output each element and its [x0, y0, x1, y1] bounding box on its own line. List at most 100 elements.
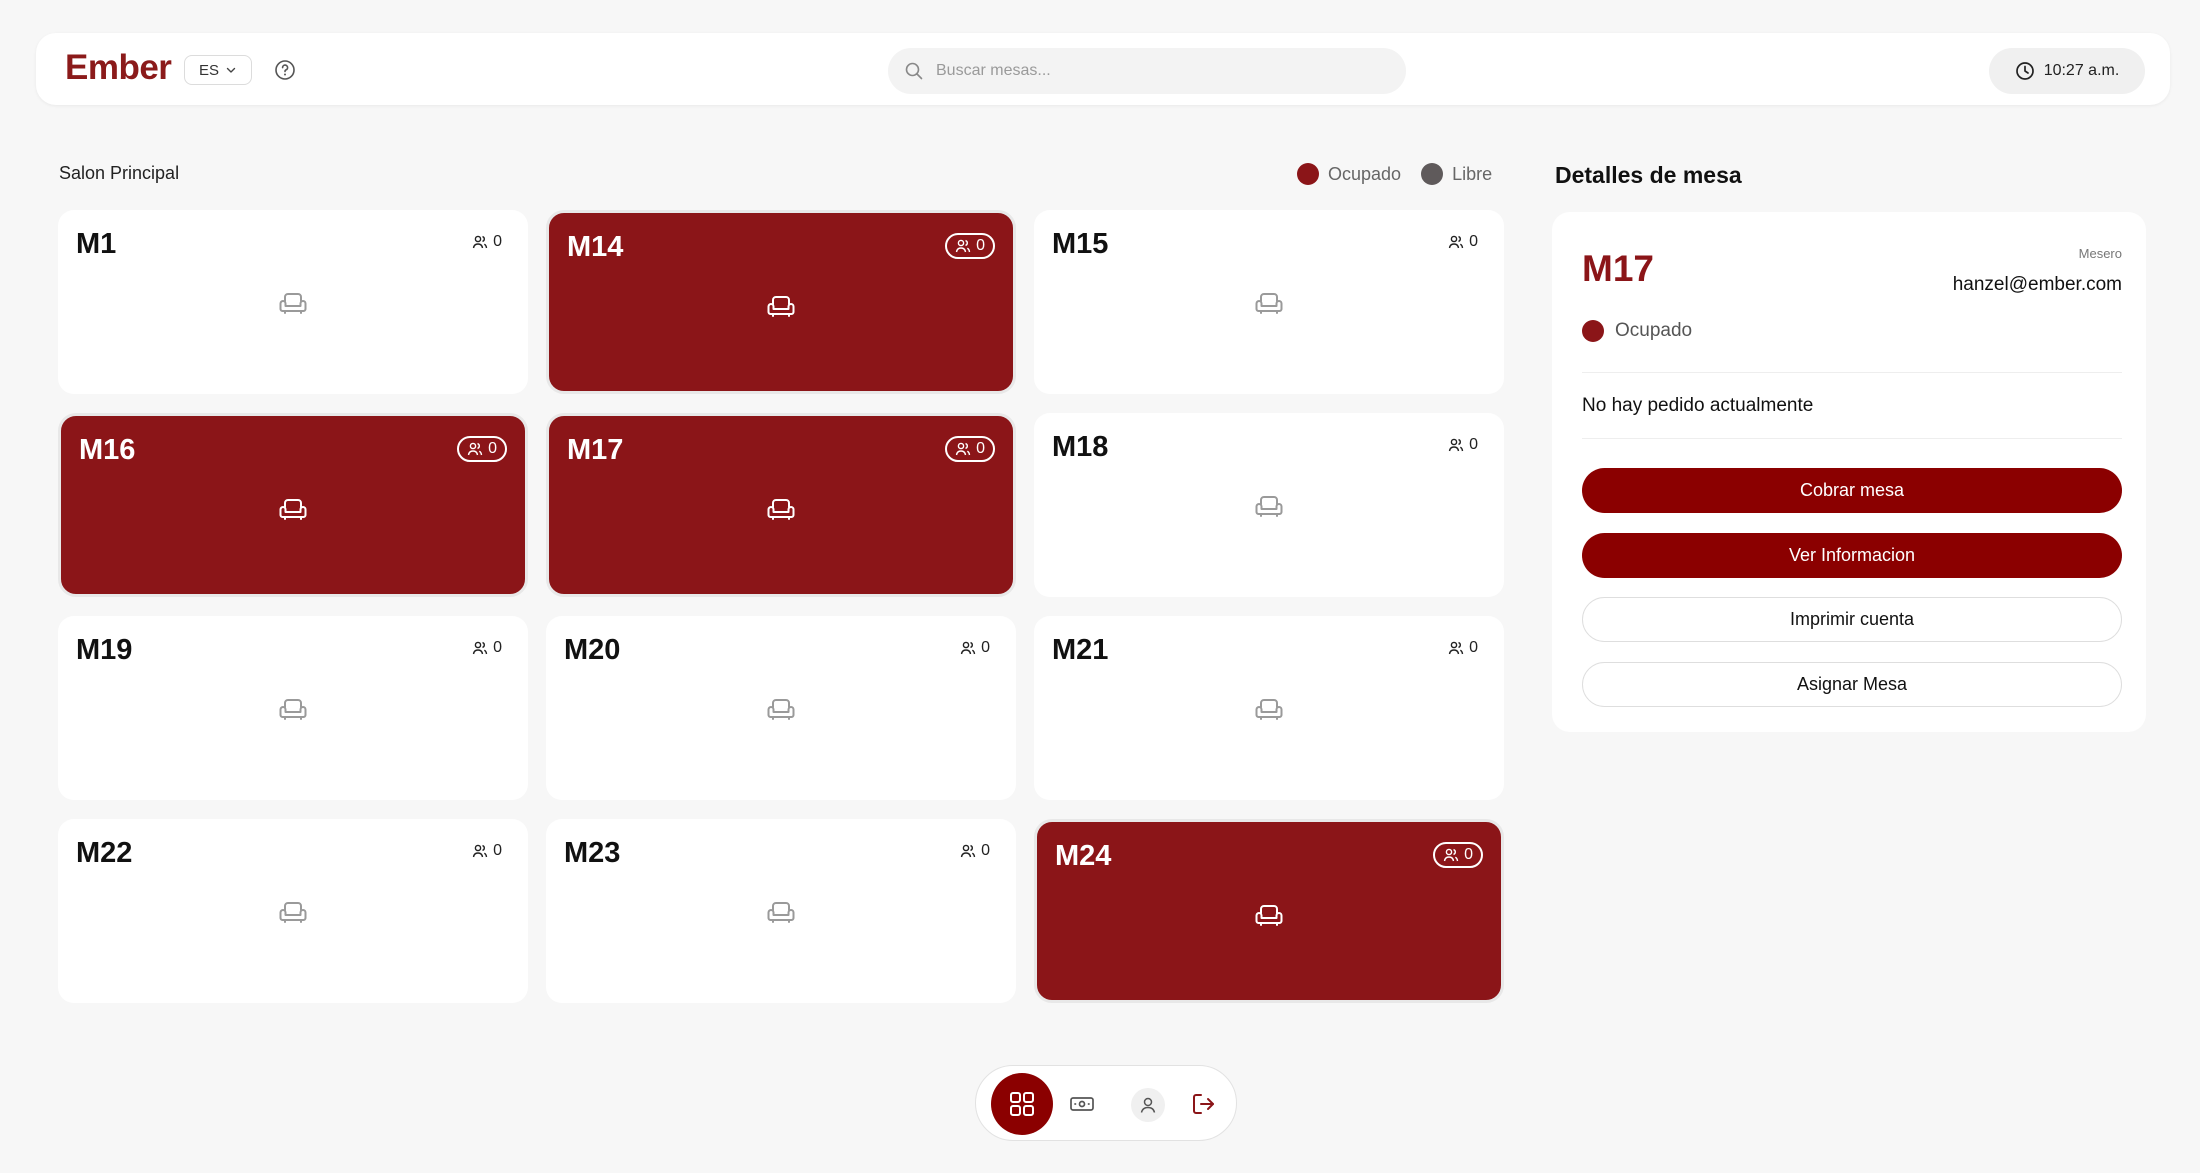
legend-occupied-label: Ocupado — [1328, 163, 1402, 184]
armchair-icon — [278, 694, 308, 724]
guest-count-badge: 0 — [945, 233, 995, 259]
table-name: M21 — [1052, 634, 1109, 666]
table-card-m14[interactable]: M14 0 — [546, 210, 1016, 394]
table-card-m21[interactable]: M21 0 — [1034, 616, 1504, 800]
charge-table-button[interactable]: Cobrar mesa — [1582, 468, 2122, 513]
guest-count-badge: 0 — [472, 636, 502, 660]
table-name: M17 — [567, 434, 624, 466]
table-card-m22[interactable]: M22 0 — [58, 819, 528, 1003]
guest-count: 0 — [981, 639, 990, 656]
guest-count: 0 — [981, 842, 990, 859]
users-icon — [955, 238, 971, 254]
users-icon — [1448, 640, 1464, 656]
table-card-m19[interactable]: M19 0 — [58, 616, 528, 800]
table-card-m17[interactable]: M17 0 — [546, 413, 1016, 597]
armchair-icon — [766, 291, 796, 321]
search-input[interactable] — [936, 62, 1406, 80]
print-bill-button[interactable]: Imprimir cuenta — [1582, 597, 2122, 642]
users-icon — [960, 843, 976, 859]
guest-count: 0 — [1469, 436, 1478, 453]
table-card-m23[interactable]: M23 0 — [546, 819, 1016, 1003]
waiter-label: Mesero — [2078, 246, 2122, 261]
table-name: M15 — [1052, 228, 1109, 260]
clock-badge: 10:27 a.m. — [1989, 48, 2145, 94]
armchair-icon — [1254, 694, 1284, 724]
guest-count-badge: 0 — [1448, 636, 1478, 660]
status-legend: Ocupado Libre — [1297, 160, 1504, 188]
guest-count: 0 — [1464, 846, 1473, 863]
legend-free: Libre — [1421, 163, 1492, 185]
search-icon — [904, 61, 924, 81]
table-details-panel: M17 Mesero hanzel@ember.com Ocupado No h… — [1552, 212, 2146, 732]
guest-count-badge: 0 — [472, 230, 502, 254]
armchair-icon — [766, 897, 796, 927]
order-message: No hay pedido actualmente — [1582, 395, 1814, 416]
guest-count: 0 — [976, 237, 985, 254]
view-info-button[interactable]: Ver Informacion — [1582, 533, 2122, 578]
logout-icon[interactable] — [1187, 1088, 1219, 1120]
clock-time: 10:27 a.m. — [2043, 62, 2120, 79]
users-icon — [472, 843, 488, 859]
status-dot — [1582, 320, 1604, 342]
table-grid: M1 0 M14 0 M15 0 M16 0 M17 0 M18 0 M19 0 M20 0 M… — [58, 210, 1508, 1010]
table-name: M14 — [567, 231, 624, 263]
guest-count-badge: 0 — [472, 839, 502, 863]
table-card-m20[interactable]: M20 0 — [546, 616, 1016, 800]
guest-count-badge: 0 — [960, 636, 990, 660]
armchair-icon — [278, 494, 308, 524]
table-name: M19 — [76, 634, 133, 666]
cash-icon[interactable] — [1066, 1088, 1098, 1120]
legend-occupied: Ocupado — [1297, 163, 1401, 185]
search-bar[interactable] — [888, 48, 1406, 94]
table-name: M23 — [564, 837, 621, 869]
table-card-m1[interactable]: M1 0 — [58, 210, 528, 394]
guest-count-badge: 0 — [457, 436, 507, 462]
free-dot — [1421, 163, 1444, 185]
language-selector[interactable]: ES — [184, 55, 252, 85]
user-icon[interactable] — [1131, 1088, 1165, 1122]
table-name: M24 — [1055, 840, 1112, 872]
chevron-down-icon — [225, 64, 237, 76]
assign-table-button[interactable]: Asignar Mesa — [1582, 662, 2122, 707]
guest-count-badge: 0 — [960, 839, 990, 863]
waiter-email: hanzel@ember.com — [1952, 274, 2122, 295]
guest-count-badge: 0 — [945, 436, 995, 462]
users-icon — [1448, 437, 1464, 453]
top-bar: Ember ES 10:27 a.m. — [36, 33, 2170, 105]
table-card-m18[interactable]: M18 0 — [1034, 413, 1504, 597]
table-name: M18 — [1052, 431, 1109, 463]
armchair-icon — [278, 288, 308, 318]
users-icon — [1443, 847, 1459, 863]
table-card-m15[interactable]: M15 0 — [1034, 210, 1504, 394]
clock-icon — [2015, 61, 2035, 81]
occupied-dot — [1297, 163, 1319, 185]
table-card-m24[interactable]: M24 0 — [1034, 819, 1504, 1003]
table-name: M16 — [79, 434, 136, 466]
users-icon — [955, 441, 971, 457]
guest-count: 0 — [493, 233, 502, 250]
guest-count: 0 — [493, 639, 502, 656]
table-card-m16[interactable]: M16 0 — [58, 413, 528, 597]
users-icon — [960, 640, 976, 656]
users-icon — [1448, 234, 1464, 250]
guest-count: 0 — [1469, 639, 1478, 656]
users-icon — [472, 234, 488, 250]
armchair-icon — [278, 897, 308, 927]
armchair-icon — [1254, 900, 1284, 930]
help-circle-icon[interactable] — [272, 57, 298, 83]
guest-count: 0 — [488, 440, 497, 457]
guest-count: 0 — [976, 440, 985, 457]
armchair-icon — [766, 494, 796, 524]
guest-count: 0 — [1469, 233, 1478, 250]
table-name: M22 — [76, 837, 133, 869]
armchair-icon — [1254, 491, 1284, 521]
language-value: ES — [198, 61, 219, 79]
dashboard-grid-icon[interactable] — [991, 1073, 1053, 1135]
table-name: M20 — [564, 634, 621, 666]
guest-count-badge: 0 — [1448, 230, 1478, 254]
divider — [1582, 372, 2122, 373]
table-name: M1 — [76, 228, 117, 260]
guest-count-badge: 0 — [1433, 842, 1483, 868]
legend-free-label: Libre — [1452, 163, 1493, 184]
bottom-nav — [975, 1065, 1237, 1141]
